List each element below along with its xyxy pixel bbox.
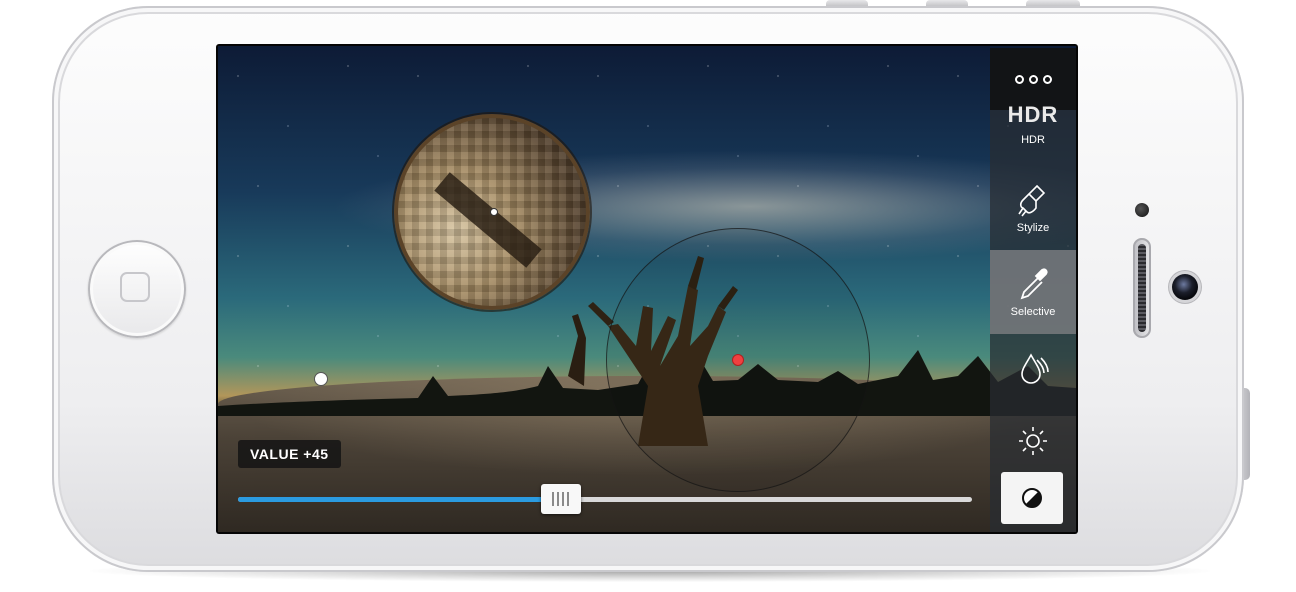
- proximity-sensor: [1135, 203, 1149, 217]
- contrast-icon: [1022, 488, 1042, 508]
- tool-tonal[interactable]: [990, 334, 1076, 418]
- tool-light[interactable]: [990, 418, 1076, 466]
- screen: VALUE +45 HDR HDR Stylize Selective: [216, 44, 1078, 534]
- slider-fill: [238, 497, 561, 502]
- tool-label: Selective: [1010, 306, 1056, 318]
- tool-hdr[interactable]: HDR HDR: [990, 102, 1076, 166]
- tool-contrast[interactable]: [990, 466, 1076, 532]
- tool-stylize[interactable]: Stylize: [990, 166, 1076, 250]
- contrast-button[interactable]: [1001, 472, 1063, 524]
- control-point[interactable]: [314, 372, 328, 386]
- active-control-point[interactable]: [732, 354, 744, 366]
- sun-icon: [1019, 427, 1047, 455]
- tool-label: Stylize: [1016, 222, 1050, 234]
- hdr-icon: HDR: [1007, 102, 1059, 127]
- home-button: [88, 240, 186, 338]
- tool-selective[interactable]: Selective: [990, 250, 1076, 334]
- loupe-detail: [434, 172, 542, 268]
- earpiece-speaker: [1133, 238, 1151, 338]
- slider-thumb[interactable]: [540, 484, 581, 514]
- adjustment-slider[interactable]: [238, 497, 972, 502]
- value-badge: VALUE +45: [238, 440, 341, 468]
- more-dots-icon[interactable]: [990, 48, 1076, 110]
- tool-sidebar: HDR HDR Stylize Selective: [990, 48, 1076, 532]
- tool-label: HDR: [1021, 134, 1045, 146]
- drop-icon: [1021, 353, 1049, 384]
- eyedropper-icon: [1020, 268, 1048, 300]
- loupe-magnifier: [394, 114, 590, 310]
- loupe-center-point: [490, 208, 498, 216]
- brush-icon: [1018, 184, 1046, 217]
- front-camera: [1172, 274, 1198, 300]
- photo-canvas[interactable]: VALUE +45 HDR HDR Stylize Selective: [218, 46, 1076, 532]
